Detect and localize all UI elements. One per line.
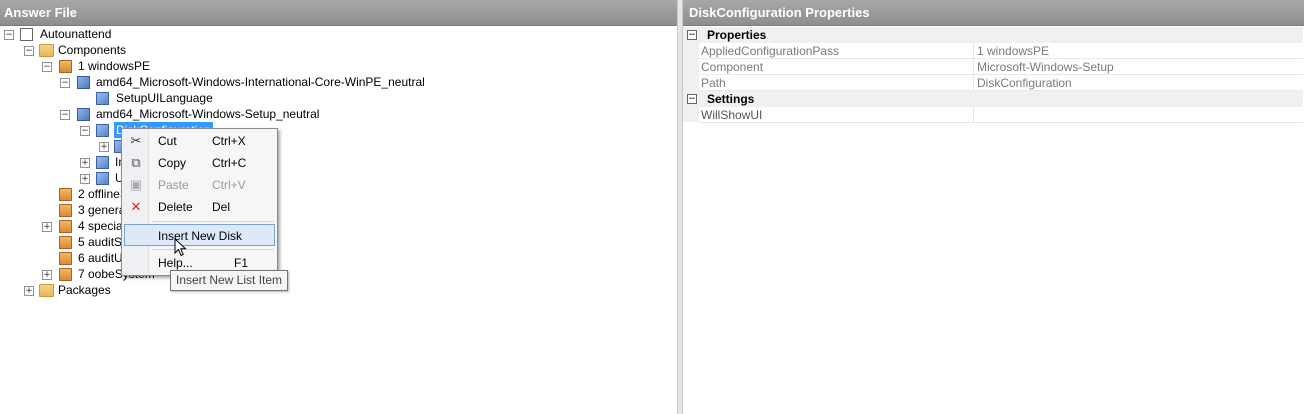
menu-label: Cut [158,134,177,148]
scissors-icon: ✂ [130,133,142,148]
tree-label: amd64_Microsoft-Windows-Setup_neutral [96,107,320,121]
properties-title: DiskConfiguration Properties [683,0,1304,26]
collapse-icon[interactable]: − [687,94,697,104]
config-pass-icon [59,204,72,217]
tree-label: amd64_Microsoft-Windows-International-Co… [96,75,425,89]
setting-icon [96,156,109,169]
answer-file-icon [20,28,33,41]
setting-row-willshowui[interactable]: WillShowUI [699,107,1303,123]
property-name: Component [701,60,764,74]
collapse-icon[interactable]: − [687,30,697,40]
answer-file-title: Answer File [0,0,677,26]
property-row[interactable]: Component Microsoft-Windows-Setup [699,59,1303,75]
expand-icon[interactable]: + [42,270,52,280]
grid-margin [683,42,699,122]
collapse-icon[interactable]: − [4,30,14,40]
tree-node-disk-child[interactable]: + [0,138,130,154]
setting-icon [96,92,109,105]
collapse-icon[interactable]: − [60,110,70,120]
component-icon [77,108,90,121]
menu-shortcut: Ctrl+X [212,134,246,148]
tree-node-u[interactable]: + U [0,170,130,186]
property-name: Path [701,76,726,90]
tree-label: Components [58,43,127,57]
paste-icon: ▣ [129,177,143,192]
menu-shortcut: Ctrl+V [212,178,246,192]
setting-icon [96,172,109,185]
expand-icon[interactable]: + [80,174,90,184]
column-divider [973,107,974,123]
property-value: DiskConfiguration [977,76,1072,90]
menu-item-delete[interactable]: ✕ Delete Del [124,196,275,218]
menu-separator [152,249,274,250]
expand-icon[interactable]: + [80,158,90,168]
property-name: WillShowUI [701,108,763,122]
collapse-icon[interactable]: − [24,46,34,56]
tree-node-components[interactable]: − Components [0,42,400,58]
tree-label: Packages [58,283,111,297]
tree-node-setupuilanguage[interactable]: SetupUILanguage [0,90,400,106]
tooltip: Insert New List Item [170,270,289,291]
tree-node-pass-audituser[interactable]: 6 auditUs [0,250,130,266]
config-pass-icon [59,236,72,249]
menu-label: Copy [158,156,187,170]
tree-node-component-setup[interactable]: − amd64_Microsoft-Windows-Setup_neutral [0,106,400,122]
property-row[interactable]: AppliedConfigurationPass 1 windowsPE [699,43,1303,59]
config-pass-icon [59,220,72,233]
menu-shortcut: Ctrl+C [212,156,247,170]
config-pass-icon [59,252,72,265]
tree-node-pass-generalize[interactable]: 3 general [0,202,130,218]
menu-item-paste[interactable]: ▣ Paste Ctrl+V [124,174,275,196]
menu-item-cut[interactable]: ✂ Cut Ctrl+X [124,130,275,152]
category-properties[interactable]: − Properties [683,27,1303,43]
collapse-icon[interactable]: − [42,62,52,72]
tree-node-pass-auditsystem[interactable]: 5 auditSy [0,234,130,250]
context-menu: ✂ Cut Ctrl+X ⧉ Copy Ctrl+C ▣ Paste Ctrl+… [121,128,278,276]
config-pass-icon [59,60,72,73]
column-divider [973,75,974,91]
category-label: Properties [707,28,767,42]
delete-icon: ✕ [130,199,142,214]
menu-separator [152,221,274,222]
menu-label: Delete [158,200,193,214]
menu-label: Insert New Disk [158,229,243,243]
copy-icon: ⧉ [131,155,141,170]
tree-node-pass-windowspe[interactable]: − 1 windowsPE [0,58,400,74]
setting-icon [96,124,109,137]
property-row[interactable]: Path DiskConfiguration [699,75,1303,91]
component-icon [77,76,90,89]
tree-node-pass-specialize[interactable]: + 4 speciali [0,218,130,234]
tree-label: SetupUILanguage [116,91,213,105]
properties-panel: DiskConfiguration Properties − Propertie… [682,0,1304,414]
category-label: Settings [707,92,755,106]
folder-icon [39,284,54,297]
tree-label: Autounattend [40,27,112,41]
config-pass-icon [59,268,72,281]
property-name: AppliedConfigurationPass [701,44,840,58]
answer-file-panel: Answer File − Autounattend − Components … [0,0,678,414]
folder-icon [39,44,54,57]
tree-node-component-intl[interactable]: − amd64_Microsoft-Windows-International-… [0,74,500,90]
menu-item-insert-new-disk[interactable]: Insert New Disk [124,224,275,246]
menu-shortcut: Del [212,200,231,214]
column-divider [973,43,974,59]
collapse-icon[interactable]: − [80,126,90,136]
tree-node-packages[interactable]: + Packages [0,282,170,298]
menu-label: Paste [158,178,189,192]
collapse-icon[interactable]: − [60,78,70,88]
property-value: 1 windowsPE [977,44,1050,58]
category-settings[interactable]: − Settings [683,91,1303,107]
tree-node-pass-offlineservicing[interactable]: 2 offlineS [0,186,130,202]
config-pass-icon [59,188,72,201]
tree-label: 1 windowsPE [78,59,151,73]
tree-node-in[interactable]: + In [0,154,130,170]
mouse-cursor-icon [174,238,187,257]
expand-icon[interactable]: + [99,142,109,152]
tree-node-autounattend[interactable]: − Autounattend [0,26,400,42]
menu-item-copy[interactable]: ⧉ Copy Ctrl+C [124,152,275,174]
property-value: Microsoft-Windows-Setup [977,60,1114,74]
column-divider [973,59,974,75]
expand-icon[interactable]: + [42,222,52,232]
expand-icon[interactable]: + [24,286,34,296]
